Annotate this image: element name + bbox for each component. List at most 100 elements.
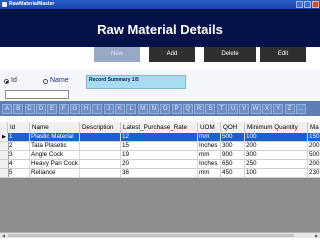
letter-filter-q[interactable]: Q (182, 104, 193, 114)
search-input[interactable] (5, 90, 69, 99)
letter-filter-d[interactable]: D (35, 104, 46, 114)
grid-cell[interactable]: 1 (8, 133, 30, 141)
grid-cell[interactable]: 150 (308, 133, 320, 141)
grid-cell[interactable]: 2 (8, 142, 30, 150)
add-button[interactable]: Add (149, 47, 195, 62)
column-header[interactable]: Id (8, 122, 30, 133)
edit-button[interactable]: Edit (260, 47, 306, 62)
letter-filter-v[interactable]: V (239, 104, 250, 114)
letter-filter-s[interactable]: S (205, 104, 216, 114)
letter-filter-p[interactable]: P (171, 104, 182, 114)
grid-cell[interactable]: mm (198, 133, 221, 141)
grid-cell[interactable]: 5 (8, 169, 30, 177)
new-button[interactable]: New (94, 47, 140, 62)
data-grid[interactable]: Id Name Description Latest_Purchase_Rate UOM… (0, 122, 320, 237)
scroll-right-icon[interactable]: ▶ (314, 233, 319, 238)
grid-cell[interactable]: 19 (121, 151, 198, 159)
maximize-button[interactable] (304, 1, 311, 8)
horizontal-scrollbar[interactable]: ◀ ▶ (0, 232, 320, 238)
table-row[interactable]: 5 Reliance 36 mm 450 100 230 (0, 169, 320, 178)
letter-filter-k[interactable]: K (115, 104, 125, 114)
grid-cell[interactable]: mm (198, 169, 221, 177)
table-row[interactable]: ▶ 1 Plastic Material 12 mm 500 100 150 (0, 133, 320, 142)
grid-cell[interactable]: 12 (121, 133, 198, 141)
grid-cell[interactable]: 3 (8, 151, 30, 159)
column-header[interactable]: Ma (308, 122, 320, 133)
grid-cell[interactable] (80, 133, 121, 141)
grid-cell[interactable]: 230 (308, 169, 320, 177)
letter-filter-o[interactable]: O (160, 104, 171, 114)
grid-cell[interactable]: Heavy Pan Cock (30, 160, 80, 168)
scroll-left-icon[interactable]: ◀ (1, 233, 6, 238)
grid-cell[interactable]: 100 (245, 133, 308, 141)
close-button[interactable] (312, 1, 319, 8)
table-row[interactable]: 4 Heavy Pan Cock 20 Inches 650 250 200 (0, 160, 320, 169)
grid-cell[interactable]: 500 (308, 151, 320, 159)
letter-filter-u[interactable]: U (228, 104, 238, 114)
letter-filter-z[interactable]: Z (284, 104, 295, 114)
app-icon (2, 2, 7, 7)
column-header[interactable]: Name (30, 122, 80, 133)
column-header[interactable]: Description (80, 122, 121, 133)
grid-cell[interactable] (80, 169, 121, 177)
id-radio-label: Id (11, 77, 17, 84)
window-title: RawMaterialMaster (9, 1, 55, 7)
grid-cell[interactable]: mm (198, 151, 221, 159)
letter-filter-h[interactable]: H (81, 104, 92, 114)
grid-cell[interactable]: Reliance (30, 169, 80, 177)
letter-filter-w[interactable]: W (250, 104, 261, 114)
grid-cell[interactable]: 250 (245, 160, 308, 168)
grid-cell[interactable]: 200 (245, 142, 308, 150)
letter-filter-y[interactable]: Y (273, 104, 284, 114)
id-radio[interactable] (4, 79, 9, 84)
grid-cell[interactable]: 200 (308, 142, 320, 150)
table-row[interactable]: 2 Tata Plasetic 15 Inches 300 200 200 (0, 142, 320, 151)
name-radio[interactable] (43, 79, 48, 84)
letter-filter-b[interactable]: B (13, 104, 24, 114)
grid-cell[interactable]: 900 (221, 151, 245, 159)
grid-cell[interactable]: Tata Plasetic (30, 142, 80, 150)
letter-filter-l[interactable]: L (126, 104, 137, 114)
column-header[interactable]: QOH (221, 122, 245, 133)
grid-cell[interactable]: 100 (245, 169, 308, 177)
grid-cell[interactable]: 300 (221, 142, 245, 150)
letter-filter-m[interactable]: M (137, 104, 148, 114)
grid-cell[interactable]: Inches (198, 142, 221, 150)
scroll-thumb[interactable] (8, 234, 294, 237)
grid-cell[interactable]: Plastic Material (30, 133, 80, 141)
letter-filter-r[interactable]: R (194, 104, 205, 114)
grid-cell[interactable]: 200 (308, 160, 320, 168)
grid-cell[interactable]: Inches (198, 160, 221, 168)
grid-cell[interactable]: 650 (221, 160, 245, 168)
letter-filter-e[interactable]: E (47, 104, 58, 114)
toolbar: New Add Delete Edit (0, 47, 320, 70)
grid-cell[interactable]: 4 (8, 160, 30, 168)
letter-filter-a[interactable]: A (2, 104, 12, 114)
grid-cell[interactable]: 300 (245, 151, 308, 159)
delete-button[interactable]: Delete (204, 47, 256, 62)
grid-cell[interactable]: 20 (121, 160, 198, 168)
letter-filter-x[interactable]: X (261, 104, 272, 114)
grid-cell[interactable]: 36 (121, 169, 198, 177)
column-header[interactable]: Minimum Quantity (245, 122, 308, 133)
letter-filter-n[interactable]: N (148, 104, 159, 114)
letter-filter-j[interactable]: J (103, 104, 114, 114)
letter-filter-i[interactable]: I (92, 104, 103, 114)
letter-filter-c[interactable]: C (24, 104, 35, 114)
grid-cell[interactable]: 450 (221, 169, 245, 177)
grid-cell[interactable] (80, 160, 121, 168)
minimize-button[interactable] (296, 1, 303, 8)
letter-filter-f[interactable]: F (58, 104, 69, 114)
grid-cell[interactable]: Angle Cock (30, 151, 80, 159)
grid-cell[interactable]: 500 (221, 133, 245, 141)
column-header[interactable]: UOM (198, 122, 221, 133)
grid-cell[interactable]: 15 (121, 142, 198, 150)
column-header[interactable]: Latest_Purchase_Rate (121, 122, 198, 133)
grid-cell[interactable] (80, 142, 121, 150)
grid-corner (0, 122, 8, 133)
grid-cell[interactable] (80, 151, 121, 159)
letter-filter-t[interactable]: T (216, 104, 227, 114)
letter-filter-more[interactable]: ... (295, 104, 306, 114)
letter-filter-g[interactable]: G (69, 104, 80, 114)
table-row[interactable]: 3 Angle Cock 19 mm 900 300 500 (0, 151, 320, 160)
